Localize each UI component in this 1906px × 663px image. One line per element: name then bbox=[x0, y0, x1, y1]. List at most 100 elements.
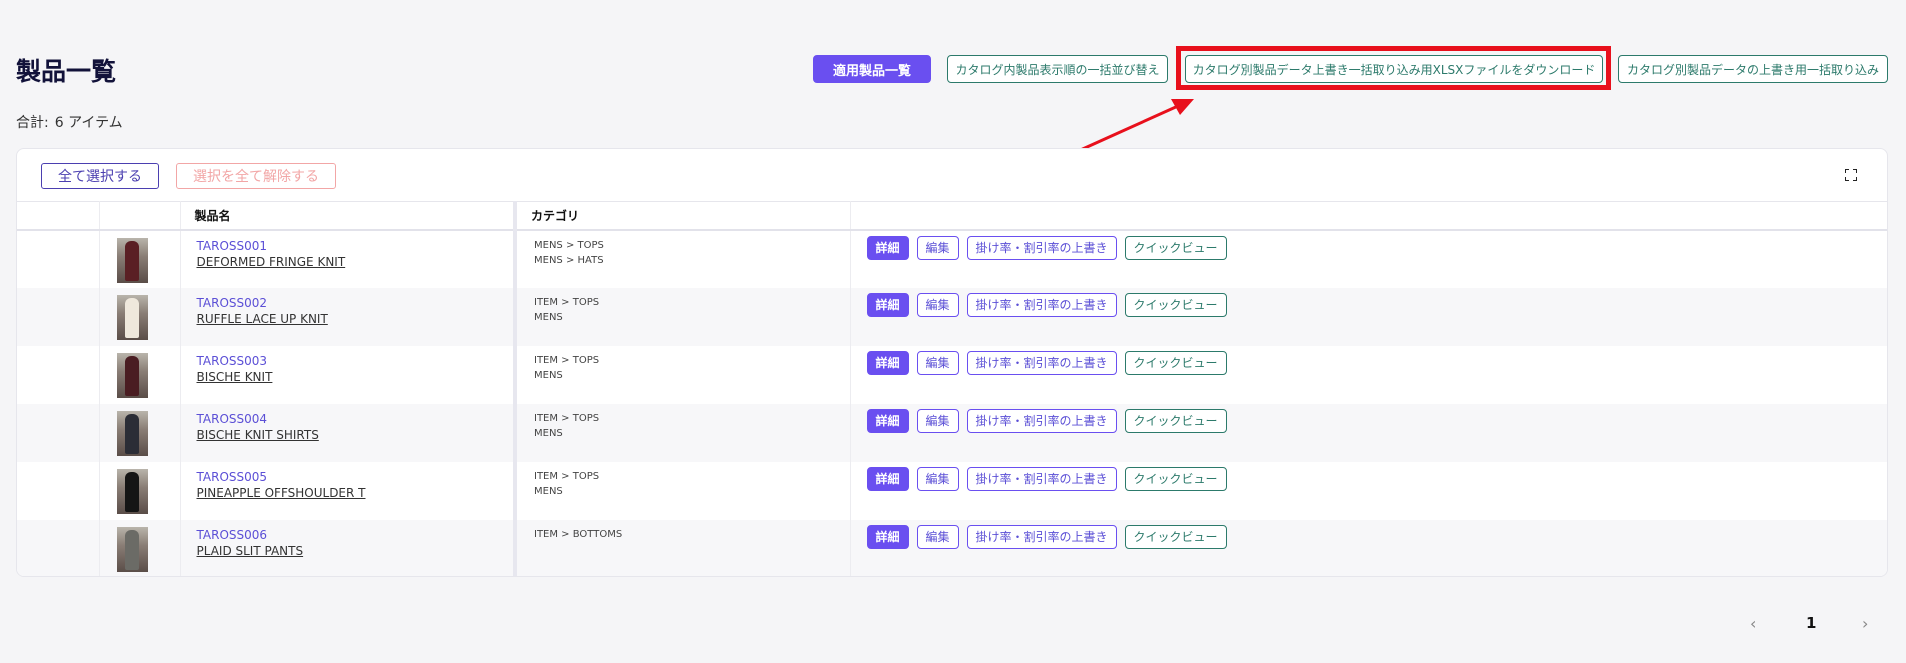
fullscreen-icon[interactable] bbox=[1845, 169, 1857, 181]
product-code-link[interactable]: TAROSS004 bbox=[197, 412, 514, 426]
edit-button[interactable]: 編集 bbox=[916, 524, 959, 549]
total-label: 合計: bbox=[16, 115, 49, 131]
quick-view-button[interactable]: クイックビュー bbox=[1124, 350, 1227, 375]
category-cell: ITEM > TOPS MENS bbox=[515, 287, 851, 346]
row-check-cell[interactable] bbox=[17, 345, 100, 404]
col-header-actions bbox=[850, 202, 1887, 230]
quick-view-button[interactable]: クイックビュー bbox=[1124, 466, 1227, 491]
product-name-link[interactable]: BISCHE KNIT SHIRTS bbox=[197, 428, 514, 442]
highlight-box bbox=[1176, 46, 1611, 90]
rate-override-button[interactable]: 掛け率・割引率の上書き bbox=[966, 524, 1117, 549]
col-header-check bbox=[17, 201, 100, 230]
product-code-link[interactable]: TAROSS006 bbox=[197, 528, 514, 542]
actions-cell: 詳細 編集 掛け率・割引率の上書き クイックビュー bbox=[850, 230, 1887, 288]
rate-override-button[interactable]: 掛け率・割引率の上書き bbox=[966, 235, 1117, 260]
detail-button[interactable]: 詳細 bbox=[866, 350, 909, 375]
table-row: TAROSS004 BISCHE KNIT SHIRTS ITEM > TOPS ME… bbox=[17, 403, 1887, 462]
quick-view-button[interactable]: クイックビュー bbox=[1124, 524, 1227, 549]
category-line: MENS bbox=[534, 369, 563, 381]
product-name-cell: TAROSS004 BISCHE KNIT SHIRTS bbox=[180, 403, 517, 462]
product-name-link[interactable]: RUFFLE LACE UP KNIT bbox=[197, 312, 514, 326]
table-header-row: 製品名 カテゴリ bbox=[17, 201, 1887, 230]
product-name-link[interactable]: DEFORMED FRINGE KNIT bbox=[197, 255, 514, 269]
page-title: 製品一覧 bbox=[16, 57, 117, 86]
edit-button[interactable]: 編集 bbox=[916, 292, 959, 317]
row-check-cell[interactable] bbox=[17, 461, 100, 520]
total-value: 6 アイテム bbox=[54, 115, 123, 131]
category-line: MENS > HATS bbox=[534, 254, 604, 266]
actions-cell: 詳細 編集 掛け率・割引率の上書き クイックビュー bbox=[850, 404, 1887, 462]
product-thumbnail-cell bbox=[99, 461, 181, 520]
quick-view-button[interactable]: クイックビュー bbox=[1124, 408, 1227, 433]
product-name-link[interactable]: BISCHE KNIT bbox=[197, 370, 514, 384]
category-line: MENS bbox=[534, 485, 563, 497]
row-check-cell[interactable] bbox=[17, 287, 100, 346]
product-name-link[interactable]: PINEAPPLE OFFSHOULDER T bbox=[197, 486, 514, 500]
actions-cell: 詳細 編集 掛け率・割引率の上書き クイックビュー bbox=[850, 462, 1887, 520]
product-name-cell: TAROSS003 BISCHE KNIT bbox=[180, 345, 517, 404]
category-cell: ITEM > TOPS MENS bbox=[515, 461, 851, 520]
col-header-product-name: 製品名 bbox=[180, 201, 517, 230]
category-line: ITEM > TOPS bbox=[534, 412, 600, 424]
quick-view-button[interactable]: クイックビュー bbox=[1124, 292, 1227, 317]
table-row: TAROSS006 PLAID SLIT PANTS ITEM > BOTTOMS 詳… bbox=[17, 519, 1887, 577]
product-code-link[interactable]: TAROSS002 bbox=[197, 296, 514, 310]
actions-cell: 詳細 編集 掛け率・割引率の上書き クイックビュー bbox=[850, 520, 1887, 577]
product-thumbnail[interactable] bbox=[116, 352, 148, 398]
category-line: MENS bbox=[534, 427, 563, 439]
select-all-button[interactable]: 全て選択する bbox=[41, 163, 159, 189]
product-thumbnail[interactable] bbox=[116, 294, 148, 340]
category-line: MENS > TOPS bbox=[534, 239, 604, 251]
pagination-next-button[interactable]: › bbox=[1862, 614, 1868, 633]
edit-button[interactable]: 編集 bbox=[916, 350, 959, 375]
product-thumbnail[interactable] bbox=[116, 526, 148, 572]
product-code-link[interactable]: TAROSS003 bbox=[197, 354, 514, 368]
edit-button[interactable]: 編集 bbox=[916, 466, 959, 491]
detail-button[interactable]: 詳細 bbox=[866, 408, 909, 433]
category-cell: ITEM > TOPS MENS bbox=[515, 403, 851, 462]
category-line: ITEM > TOPS bbox=[534, 354, 600, 366]
pagination-current-page[interactable]: 1 bbox=[1806, 614, 1816, 632]
product-name-cell: TAROSS002 RUFFLE LACE UP KNIT bbox=[180, 287, 517, 346]
product-thumbnail-cell bbox=[99, 345, 181, 404]
product-name-cell: TAROSS006 PLAID SLIT PANTS bbox=[180, 519, 517, 576]
category-line: ITEM > BOTTOMS bbox=[534, 528, 623, 540]
quick-view-button[interactable]: クイックビュー bbox=[1124, 235, 1227, 260]
detail-button[interactable]: 詳細 bbox=[866, 292, 909, 317]
bulk-sort-button[interactable]: カタログ内製品表示順の一括並び替え bbox=[947, 55, 1168, 83]
row-check-cell[interactable] bbox=[17, 229, 100, 288]
category-line: ITEM > TOPS bbox=[534, 470, 600, 482]
product-thumbnail[interactable] bbox=[116, 410, 148, 456]
product-thumbnail-cell bbox=[99, 287, 181, 346]
category-line: ITEM > TOPS bbox=[534, 296, 600, 308]
actions-cell: 詳細 編集 掛け率・割引率の上書き クイックビュー bbox=[850, 346, 1887, 404]
rate-override-button[interactable]: 掛け率・割引率の上書き bbox=[966, 292, 1117, 317]
product-code-link[interactable]: TAROSS005 bbox=[197, 470, 514, 484]
product-code-link[interactable]: TAROSS001 bbox=[197, 239, 514, 253]
detail-button[interactable]: 詳細 bbox=[866, 466, 909, 491]
table-row: TAROSS003 BISCHE KNIT ITEM > TOPS MENS 詳細 編集掛… bbox=[17, 345, 1887, 404]
row-check-cell[interactable] bbox=[17, 403, 100, 462]
rate-override-button[interactable]: 掛け率・割引率の上書き bbox=[966, 466, 1117, 491]
bulk-import-button[interactable]: カタログ別製品データの上書き用一括取り込み bbox=[1618, 55, 1888, 83]
applied-products-button[interactable]: 適用製品一覧 bbox=[813, 55, 931, 83]
product-table: 製品名 カテゴリ TAROSS001 DEFORMED FRINGE KNIT ME… bbox=[17, 201, 1887, 577]
product-thumbnail[interactable] bbox=[116, 237, 148, 283]
product-thumbnail-cell bbox=[99, 403, 181, 462]
edit-button[interactable]: 編集 bbox=[916, 408, 959, 433]
product-thumbnail[interactable] bbox=[116, 468, 148, 514]
annotation-arrow-icon bbox=[1075, 99, 1194, 154]
product-name-link[interactable]: PLAID SLIT PANTS bbox=[197, 544, 514, 558]
col-header-category: カテゴリ bbox=[515, 201, 851, 230]
detail-button[interactable]: 詳細 bbox=[866, 524, 909, 549]
category-cell: ITEM > TOPS MENS bbox=[515, 345, 851, 404]
product-name-cell: TAROSS001 DEFORMED FRINGE KNIT bbox=[180, 229, 517, 288]
row-check-cell[interactable] bbox=[17, 519, 100, 576]
rate-override-button[interactable]: 掛け率・割引率の上書き bbox=[966, 408, 1117, 433]
rate-override-button[interactable]: 掛け率・割引率の上書き bbox=[966, 350, 1117, 375]
deselect-all-button[interactable]: 選択を全て解除する bbox=[176, 163, 336, 189]
edit-button[interactable]: 編集 bbox=[916, 235, 959, 260]
detail-button[interactable]: 詳細 bbox=[866, 235, 909, 260]
category-line: MENS bbox=[534, 311, 563, 323]
pagination-prev-button[interactable]: ‹ bbox=[1750, 614, 1756, 633]
